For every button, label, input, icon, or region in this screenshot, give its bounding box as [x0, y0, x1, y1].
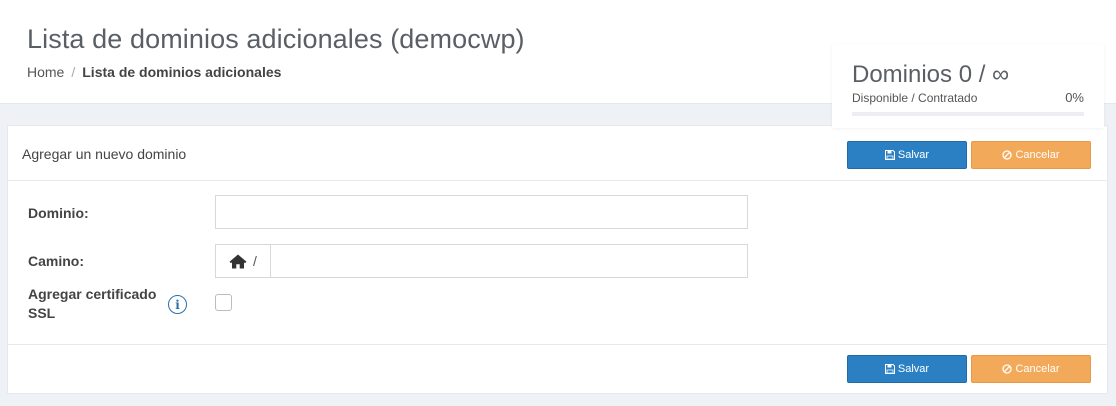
breadcrumb-home-link[interactable]: Home	[27, 64, 64, 80]
panel-footer-divider	[8, 344, 1107, 345]
domain-input[interactable]	[215, 195, 748, 229]
breadcrumb-current: Lista de dominios adicionales	[82, 64, 282, 80]
save-button-label: Salvar	[897, 149, 930, 161]
path-prefix-slash: /	[253, 253, 257, 269]
path-label: Camino:	[28, 253, 84, 269]
floppy-disk-icon	[884, 364, 895, 374]
cancel-button-label: Cancelar	[1015, 149, 1060, 161]
ssl-label-line2: SSL	[28, 305, 56, 321]
path-input[interactable]	[270, 244, 748, 278]
path-prefix-addon: /	[215, 244, 271, 278]
ssl-label-line1: Agregar certificado	[28, 286, 157, 302]
cancel-button-bottom[interactable]: Cancelar	[971, 355, 1091, 383]
save-button-top[interactable]: Salvar	[847, 141, 967, 169]
ssl-label: Agregar certificado SSL	[28, 285, 156, 323]
stat-percent: 0%	[1065, 90, 1084, 105]
info-icon[interactable]: i	[168, 295, 187, 314]
stat-progress-bar	[852, 112, 1084, 116]
domains-stat-card: Dominios 0 / ∞ Disponible / Contratado 0…	[832, 44, 1104, 128]
breadcrumb-separator: /	[71, 64, 76, 80]
domain-label: Dominio:	[28, 205, 89, 221]
home-icon	[229, 254, 247, 268]
ban-icon	[1002, 150, 1013, 160]
cancel-button-label: Cancelar	[1015, 363, 1060, 375]
stat-title: Dominios 0 / ∞	[852, 61, 1010, 88]
save-button-label: Salvar	[897, 363, 930, 375]
breadcrumb: Home / Lista de dominios adicionales	[27, 64, 281, 80]
page-title: Lista de dominios adicionales (democwp)	[27, 24, 525, 54]
ban-icon	[1002, 364, 1013, 374]
ssl-checkbox[interactable]	[215, 294, 232, 311]
cancel-button-top[interactable]: Cancelar	[971, 141, 1091, 169]
stat-subtitle: Disponible / Contratado	[852, 91, 978, 105]
save-button-bottom[interactable]: Salvar	[847, 355, 967, 383]
floppy-disk-icon	[884, 150, 895, 160]
panel-title: Agregar un nuevo dominio	[22, 146, 187, 162]
